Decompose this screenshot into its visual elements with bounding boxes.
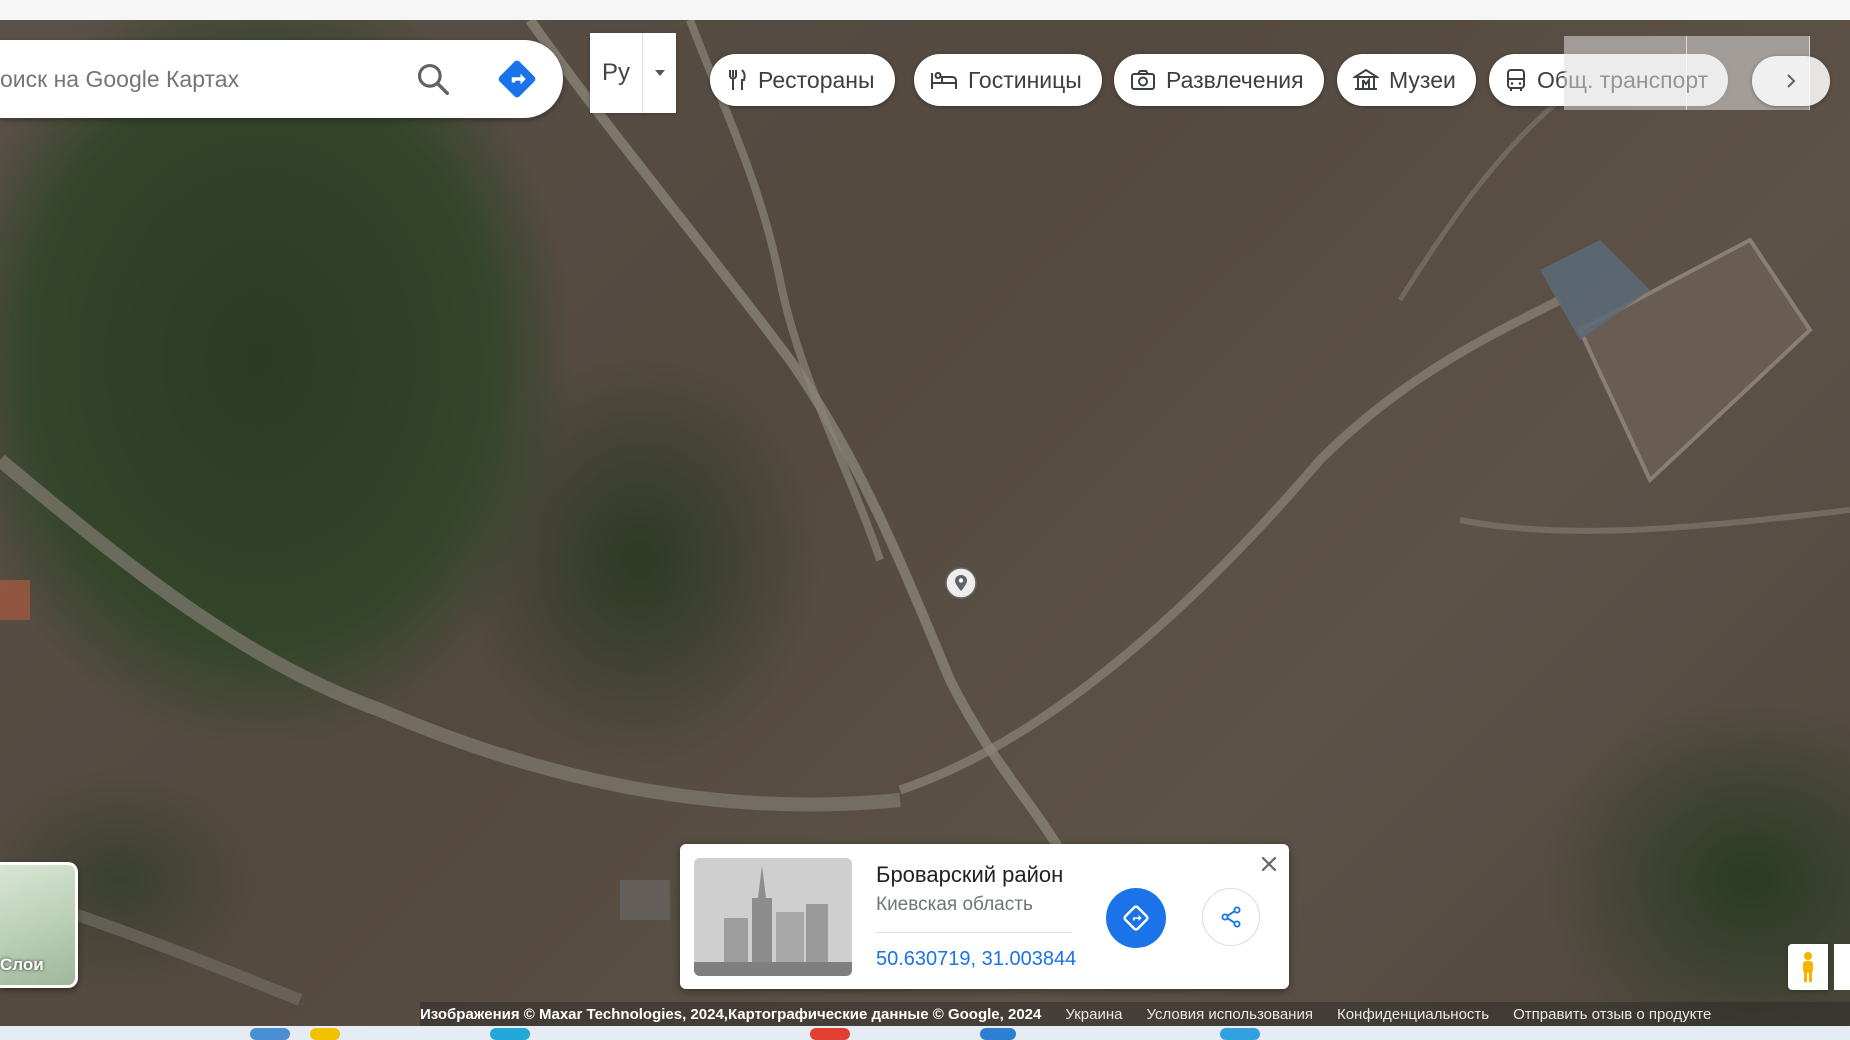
taskbar-icon[interactable] [250,1028,290,1040]
location-pin-icon[interactable] [944,566,978,600]
share-icon [1221,906,1241,928]
share-button[interactable] [1202,888,1260,946]
place-subtitle: Киевская область [876,894,1033,915]
taskbar-icon[interactable] [310,1028,340,1040]
attribution-bar: Изображения © Maxar Technologies, 2024,К… [420,1002,1850,1026]
fork-knife-icon [729,69,746,90]
feedback-link[interactable]: Отправить отзыв о продукте [1513,1006,1711,1023]
place-info-card[interactable]: Броварский район Киевская область 50.630… [680,844,1289,989]
taskbar [0,1026,1850,1040]
taskbar-icon[interactable] [490,1028,530,1040]
directions-icon [1123,905,1149,931]
chip-restaurants[interactable]: Рестораны [710,54,895,106]
privacy-link[interactable]: Конфиденциальность [1337,1006,1489,1023]
close-icon[interactable] [1257,852,1281,876]
search-input[interactable] [0,59,390,99]
taskbar-icon[interactable] [1220,1028,1260,1040]
place-thumbnail[interactable] [694,858,852,976]
taskbar-icon[interactable] [980,1028,1016,1040]
chip-label: Гостиницы [968,66,1082,93]
chip-museums[interactable]: Музеи [1337,54,1476,106]
place-coordinates-link[interactable]: 50.630719, 31.003844 [876,948,1076,971]
imagery-credit: Изображения © Maxar Technologies, 2024,К… [420,1005,1042,1023]
country-label[interactable]: Украина [1065,1006,1122,1023]
layers-label: Слои [0,955,44,974]
language-selector[interactable]: Ру [590,33,676,113]
chip-entertainment[interactable]: Развлечения [1114,54,1324,106]
museum-icon [1353,68,1379,90]
overlay-panel [1564,36,1687,110]
language-label: Ру [601,59,630,86]
chip-scroll-next-button[interactable] [1752,56,1830,106]
directions-icon[interactable] [496,58,538,100]
bed-icon [931,72,957,89]
chip-label: Рестораны [758,66,875,93]
search-box[interactable] [0,40,563,118]
map-controls-edge [1834,944,1850,990]
layers-button[interactable]: Слои [0,862,78,988]
top-strip [0,0,1850,20]
taskbar-icon[interactable] [810,1028,850,1040]
pegman-icon[interactable] [1788,944,1828,990]
divider [876,932,1072,933]
place-title: Броварский район [876,862,1064,887]
chip-label: Музеи [1389,66,1456,93]
terms-link[interactable]: Условия использования [1146,1006,1313,1023]
chip-label: Развлечения [1166,66,1304,93]
bus-icon [1507,69,1525,91]
camera-icon [1131,70,1155,90]
search-icon[interactable] [414,60,452,98]
directions-button[interactable] [1106,888,1166,948]
chip-hotels[interactable]: Гостиницы [914,54,1102,106]
chevron-right-icon [1787,74,1796,88]
caret-down-icon[interactable] [643,68,676,78]
